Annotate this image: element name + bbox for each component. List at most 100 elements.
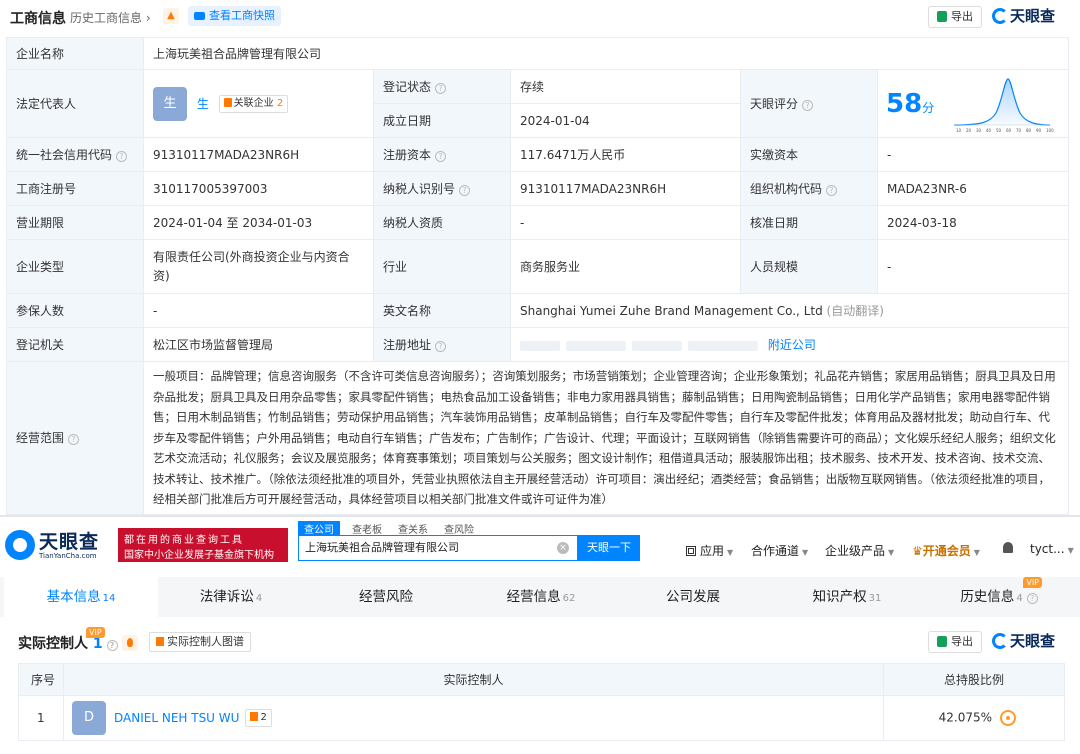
legal-rep-name-link[interactable]: 生 xyxy=(197,97,209,111)
score-distribution-chart: 10 20 30 40 50 60 70 80 90 100 xyxy=(953,77,1054,133)
tab-operations[interactable]: 经营信息 62 xyxy=(464,577,618,617)
credit-code-value: 91310117MADA23NR6H xyxy=(143,137,374,172)
view-snapshot-button[interactable]: 查看工商快照 xyxy=(188,6,281,26)
target-icon[interactable] xyxy=(1000,710,1016,726)
controller-chart-button[interactable]: 实际控制人图谱 xyxy=(149,632,251,652)
reg-no-label: 工商注册号 xyxy=(6,171,144,206)
related-companies-tag[interactable]: 关联企业 2 xyxy=(218,94,289,113)
term-value: 2024-01-04 至 2034-01-03 xyxy=(143,205,374,240)
search-tab-risk[interactable]: 查风险 xyxy=(444,521,474,536)
search-tab-boss[interactable]: 查老板 xyxy=(352,521,382,536)
related-icon xyxy=(250,712,259,721)
reg-capital-value: 117.6471万人民币 xyxy=(510,137,741,172)
avatar[interactable]: D xyxy=(72,701,106,735)
score-widget: 58分 10 20 30 40 50 60 70 80 90 100 xyxy=(882,71,1064,137)
help-icon[interactable]: ? xyxy=(1026,593,1038,604)
en-name-cell: Shanghai Yumei Zuhe Brand Management Co.… xyxy=(509,293,1070,328)
help-icon[interactable]: ? xyxy=(435,151,447,162)
score-axis-label: 10 xyxy=(956,128,962,133)
grid-icon xyxy=(686,546,696,556)
crown-icon: ♛ xyxy=(912,544,923,558)
controller-name-link[interactable]: DANIEL NEH TSU WU xyxy=(114,711,239,725)
insured-value: - xyxy=(143,293,374,328)
table-row: 工商注册号 310117005397003 纳税人识别号? 91310117MA… xyxy=(6,171,1070,206)
business-info-table: 企业名称 上海玩美祖合品牌管理有限公司 法定代表人 生 生 关联企业 2 登记状… xyxy=(6,37,1070,515)
insured-label: 参保人数 xyxy=(6,293,144,328)
business-info-panel: 工商信息 历史工商信息 › ▲ 查看工商快照 导出 天眼查 企业名称 上海玩美祖… xyxy=(0,0,1080,515)
tab-legal[interactable]: 法律诉讼 4 xyxy=(154,577,308,617)
tab-ip[interactable]: 知识产权 31 xyxy=(770,577,924,617)
col-header-index: 序号 xyxy=(18,663,64,696)
company-page-panel: 天眼查 TianYanCha.com 都在用的商业查询工具 国家中小企业发展子基… xyxy=(0,515,1080,754)
controller-section-header: 实际控制人 1? VIP 实际控制人图谱 导出 天眼查 xyxy=(0,625,1080,657)
notifications[interactable] xyxy=(1003,542,1013,556)
tab-risk[interactable]: 经营风险 xyxy=(310,577,464,617)
tianyancha-logo-icon xyxy=(992,8,1008,24)
auto-translate-note: (自动翻译) xyxy=(826,304,884,318)
score-axis-labels: 10 20 30 40 50 60 70 80 90 100 xyxy=(956,128,1054,133)
history-business-info-link[interactable]: 历史工商信息 › xyxy=(70,9,151,26)
search-tab-relation[interactable]: 查关系 xyxy=(398,521,428,536)
credit-code-label: 统一社会信用代码? xyxy=(6,137,144,172)
related-companies-tag[interactable]: 2 xyxy=(245,709,272,727)
logo-eye-icon xyxy=(5,530,35,560)
row-index: 1 xyxy=(18,695,64,741)
tianyancha-logo-icon xyxy=(992,633,1008,649)
founded-value: 2024-01-04 xyxy=(510,103,741,138)
help-icon[interactable]: ? xyxy=(106,640,118,651)
org-code-label: 组织机构代码? xyxy=(740,171,878,206)
open-vip-menu[interactable]: ♛开通会员 ▼ xyxy=(912,542,980,559)
clear-icon[interactable]: × xyxy=(557,542,569,554)
help-icon[interactable]: ? xyxy=(826,185,838,196)
address-cell: 附近公司 xyxy=(509,327,1070,362)
score-curve-area xyxy=(954,78,1050,125)
table-row: 营业期限 2024-01-04 至 2034-01-03 纳税人资质 - 核准日… xyxy=(6,205,1070,240)
company-name-value: 上海玩美祖合品牌管理有限公司 xyxy=(142,37,1070,70)
ratio-value: 42.075% xyxy=(938,710,992,725)
staff-value: - xyxy=(876,239,1070,294)
help-icon[interactable]: ? xyxy=(116,151,128,162)
reg-status-value: 存续 xyxy=(510,69,741,104)
tianyancha-watermark: 天眼查 xyxy=(992,5,1055,26)
controller-cell: D DANIEL NEH TSU WU 2 xyxy=(63,695,884,741)
help-icon[interactable]: ? xyxy=(802,100,814,111)
table-row: 经营范围? 一般项目：品牌管理；信息咨询服务（不含许可类信息咨询服务）；咨询策划… xyxy=(6,361,1070,515)
approval-value: 2024-03-18 xyxy=(876,205,1070,240)
user-menu[interactable]: tyct... ▼ xyxy=(1030,542,1074,556)
export-button[interactable]: 导出 xyxy=(928,631,982,653)
tianyancha-logo[interactable]: 天眼查 TianYanCha.com xyxy=(5,526,113,564)
type-label: 企业类型 xyxy=(6,239,144,294)
type-value: 有限责任公司(外商投资企业与内资合资) xyxy=(143,239,374,294)
redacted-block xyxy=(632,340,682,351)
score-axis-label: 50 xyxy=(996,128,1002,133)
score-cell[interactable]: 58分 10 20 30 40 50 60 70 80 90 100 xyxy=(876,69,1070,138)
table-row: 企业类型 有限责任公司(外商投资企业与内资合资) 行业 商务服务业 人员规模 - xyxy=(6,239,1070,294)
tax-qual-value: - xyxy=(510,205,741,240)
tab-basic-info[interactable]: 基本信息 14 xyxy=(4,577,158,617)
related-icon xyxy=(223,97,232,107)
tab-history[interactable]: 历史信息 4? VIP xyxy=(922,577,1076,617)
channel-menu[interactable]: 合作通道 ▼ xyxy=(751,542,808,559)
help-icon[interactable]: ? xyxy=(435,83,447,94)
enterprise-menu[interactable]: 企业级产品 ▼ xyxy=(825,542,894,559)
help-icon[interactable]: ? xyxy=(435,341,447,352)
camera-icon xyxy=(194,12,205,20)
top-navbar: 天眼查 TianYanCha.com 都在用的商业查询工具 国家中小企业发展子基… xyxy=(0,517,1080,573)
avatar[interactable]: 生 xyxy=(153,86,187,121)
search-input[interactable]: 上海玩美祖合品牌管理有限公司 × xyxy=(298,535,578,561)
nearby-companies-link[interactable]: 附近公司 xyxy=(768,338,816,352)
vip-badge: VIP xyxy=(1023,577,1042,588)
help-icon[interactable]: ? xyxy=(459,185,471,196)
export-button[interactable]: 导出 xyxy=(928,6,982,28)
tab-development[interactable]: 公司发展 xyxy=(617,577,771,617)
table-row: 法定代表人 生 生 关联企业 2 登记状态? 存续 天眼评分? 58分 10 2… xyxy=(6,69,1070,138)
search-tab-company[interactable]: 查公司 xyxy=(298,521,340,536)
score-axis-label: 90 xyxy=(1036,128,1042,133)
table-row: 1 D DANIEL NEH TSU WU 2 42.075% xyxy=(18,695,1065,741)
promo-banner[interactable]: 都在用的商业查询工具 国家中小企业发展子基金旗下机构 xyxy=(118,528,288,562)
apps-menu[interactable]: 应用 ▼ xyxy=(686,542,733,559)
controller-table: 序号 实际控制人 总持股比例 1 D DANIEL NEH TSU WU 2 42.… xyxy=(18,663,1065,741)
paid-capital-value: - xyxy=(876,137,1070,172)
help-icon[interactable]: ? xyxy=(68,434,80,446)
search-button[interactable]: 天眼一下 xyxy=(578,535,640,561)
